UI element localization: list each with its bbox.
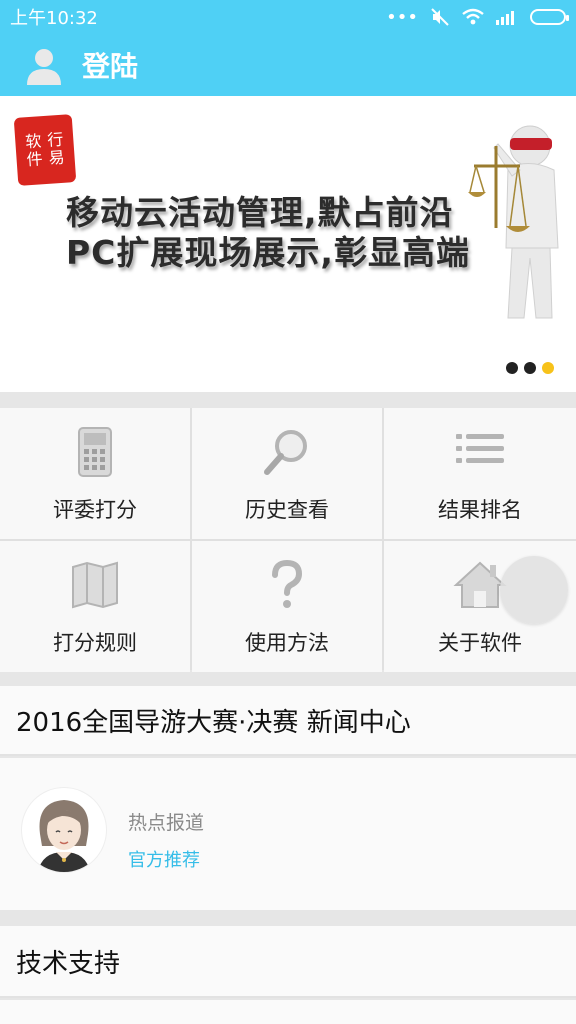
menu-usage-guide[interactable]: 使用方法 [192, 541, 382, 672]
status-icons: ••• [386, 6, 569, 28]
banner-headline-2: PC扩展现场展示,彰显高端 [66, 233, 470, 272]
floating-touch-button[interactable] [500, 556, 568, 624]
woman-portrait-icon [38, 800, 90, 872]
news-item-tag[interactable]: 官方推荐 [128, 846, 200, 872]
menu-judge-scoring[interactable]: 评委打分 [0, 408, 190, 539]
status-bar: 上午10:32 ••• [0, 0, 576, 34]
list-icon [456, 433, 504, 463]
justice-figure-illustration [468, 125, 559, 319]
news-list-item[interactable]: 热点报道 官方推荐 [0, 758, 576, 910]
magnifier-icon [264, 429, 307, 475]
function-menu-grid: 评委打分 历史查看 结果排名 打分规则 使用方法 关于软件 [0, 408, 576, 672]
more-dots-icon: ••• [386, 6, 418, 28]
news-item-heading: 热点报道 [128, 812, 205, 834]
wifi-icon [462, 8, 484, 25]
question-icon [272, 559, 303, 608]
calculator-icon [78, 426, 112, 477]
map-icon [72, 561, 118, 608]
menu-label: 使用方法 [245, 630, 329, 655]
battery-icon [530, 9, 569, 25]
carousel-dot[interactable] [524, 362, 536, 374]
user-avatar-icon[interactable] [24, 45, 64, 85]
news-center-header[interactable]: 2016全国导游大赛·决赛 新闻中心 [0, 686, 576, 756]
bottom-spacer [0, 1000, 576, 1024]
menu-label: 打分规则 [53, 630, 137, 655]
login-title[interactable]: 登陆 [82, 45, 138, 85]
app-bar: 登陆 [0, 34, 576, 96]
carousel-indicator [506, 362, 554, 374]
menu-scoring-rules[interactable]: 打分规则 [0, 541, 190, 672]
menu-label: 历史查看 [245, 497, 329, 522]
tech-support-header[interactable]: 技术支持 [0, 926, 576, 998]
mute-icon [431, 8, 449, 26]
status-time: 上午10:32 [10, 8, 98, 29]
menu-label: 结果排名 [438, 497, 522, 522]
menu-ranking[interactable]: 结果排名 [384, 408, 576, 539]
carousel-dot[interactable] [506, 362, 518, 374]
menu-history[interactable]: 历史查看 [192, 408, 382, 539]
carousel-dot-active[interactable] [542, 362, 554, 374]
news-avatar [22, 788, 106, 872]
menu-label: 关于软件 [438, 630, 522, 655]
brand-seal-logo: 软行 件易 [13, 114, 77, 186]
menu-label: 评委打分 [53, 497, 137, 522]
signal-icon [496, 11, 514, 25]
